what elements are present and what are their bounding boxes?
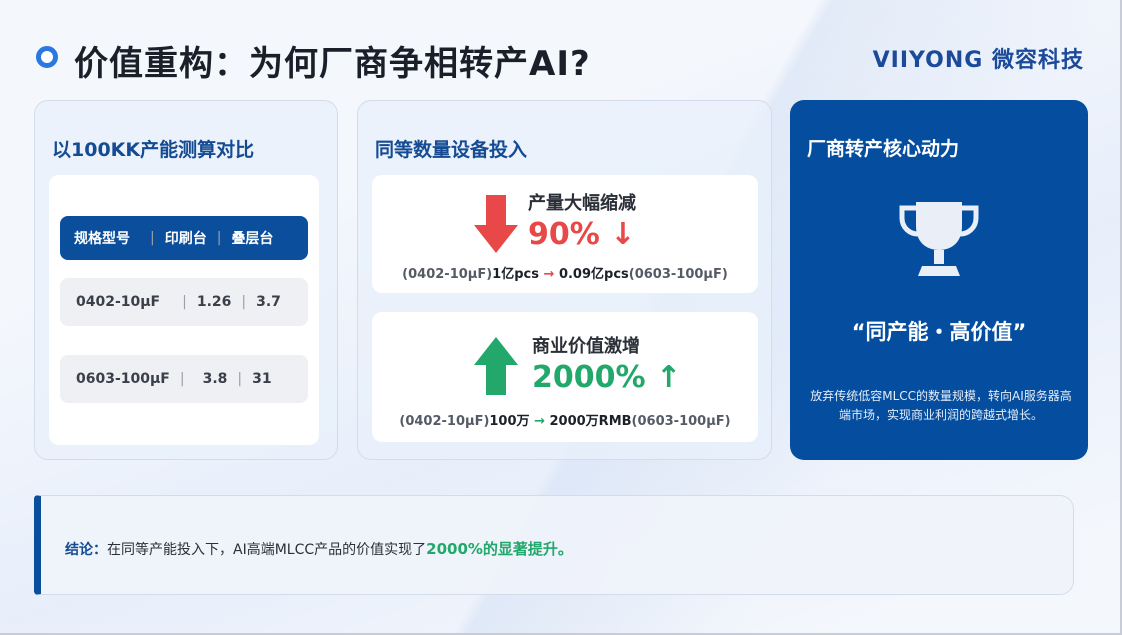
from-value: 1亿pcs — [492, 267, 539, 282]
output-decrease-metric: 产量大幅缩减 90% ↓ (0402-10μF)1亿pcs → 0.09亿pcs… — [372, 175, 758, 293]
separator: | — [216, 230, 222, 246]
capacity-comparison-card: 以100KK产能测算对比 规格型号 | 印刷台 | 叠层台 0402-10μF … — [34, 100, 338, 460]
to-value: 2000万RMB — [549, 414, 632, 429]
conclusion-highlight: 2000%的显著提升。 — [426, 540, 573, 558]
metric-label: 产量大幅缩减 — [528, 193, 636, 214]
table-row: 0603-100μF | 3.8 | 31 — [60, 355, 308, 403]
separator: | — [237, 371, 243, 387]
cell-print: 1.26 — [196, 294, 232, 310]
from-value: 100万 — [489, 414, 530, 429]
metric-description: (0402-10μF)100万 → 2000万RMB(0603-100μF) — [372, 410, 758, 429]
brand-logo: VIIYONG 微容科技 — [872, 48, 1084, 73]
card-title: 同等数量设备投入 — [375, 139, 528, 161]
separator: | — [182, 294, 187, 310]
trophy-icon — [899, 202, 979, 276]
conclusion-prefix: 结论： — [65, 542, 107, 558]
header-cell-spec: 规格型号 — [74, 231, 130, 247]
metric-description: (0402-10μF)1亿pcs → 0.09亿pcs(0603-100μF) — [372, 263, 758, 282]
core-driver-card: 厂商转产核心动力 “同产能・高价值” 放弃传统低容MLCC的数量规模，转向AI服… — [790, 100, 1088, 460]
header-cell-stack: 叠层台 — [231, 231, 274, 247]
equipment-input-card: 同等数量设备投入 产量大幅缩减 90% ↓ (0402-10μF)1亿pcs →… — [357, 100, 772, 460]
conclusion-body: 在同等产能投入下，AI高端MLCC产品的价值实现了 — [107, 542, 427, 558]
cell-spec: 0402-10μF — [76, 294, 161, 310]
from-spec: (0402-10μF) — [402, 267, 493, 282]
to-spec: (0603-100μF) — [628, 267, 728, 282]
separator: | — [241, 294, 247, 310]
header-cell-print: 印刷台 — [164, 231, 207, 247]
cell-stack: 3.7 — [256, 294, 281, 310]
arrow: → — [534, 414, 545, 429]
separator: | — [179, 371, 185, 387]
cell-print: 3.8 — [202, 371, 228, 387]
table-row: 0402-10μF | 1.26 | 3.7 — [60, 278, 308, 326]
card-description: 放弃传统低容MLCC的数量规模，转向AI服务器高端市场，实现商业利润的跨越式增长… — [810, 389, 1072, 422]
up-arrow-icon — [474, 337, 518, 395]
title-bullet-icon — [36, 46, 58, 68]
cell-stack: 31 — [252, 371, 272, 387]
to-spec: (0603-100μF) — [631, 414, 731, 429]
conclusion-banner: 结论：在同等产能投入下，AI高端MLCC产品的价值实现了2000%的显著提升。 — [34, 495, 1074, 595]
metric-label: 商业价值激增 — [532, 336, 640, 357]
table-header: 规格型号 | 印刷台 | 叠层台 — [60, 216, 308, 260]
separator: | — [150, 230, 155, 246]
to-value: 0.09亿pcs — [558, 267, 629, 282]
cell-spec: 0603-100μF — [76, 371, 170, 387]
value-increase-metric: 商业价值激增 2000% ↑ (0402-10μF)100万 → 2000万RM… — [372, 312, 758, 442]
metric-value: 2000% ↑ — [532, 360, 682, 395]
slogan: “同产能・高价值” — [851, 320, 1027, 344]
arrow: → — [543, 267, 555, 282]
metric-value: 90% ↓ — [528, 217, 636, 252]
card-title: 以100KK产能测算对比 — [52, 139, 255, 161]
conclusion-text: 结论：在同等产能投入下，AI高端MLCC产品的价值实现了2000%的显著提升。 — [65, 538, 573, 559]
card-title: 厂商转产核心动力 — [807, 138, 960, 160]
comparison-table: 规格型号 | 印刷台 | 叠层台 0402-10μF | 1.26 | 3.7 … — [49, 175, 319, 445]
from-spec: (0402-10μF) — [399, 414, 490, 429]
down-arrow-icon — [474, 195, 518, 253]
page-title: 价值重构：为何厂商争相转产AI? — [74, 44, 591, 84]
